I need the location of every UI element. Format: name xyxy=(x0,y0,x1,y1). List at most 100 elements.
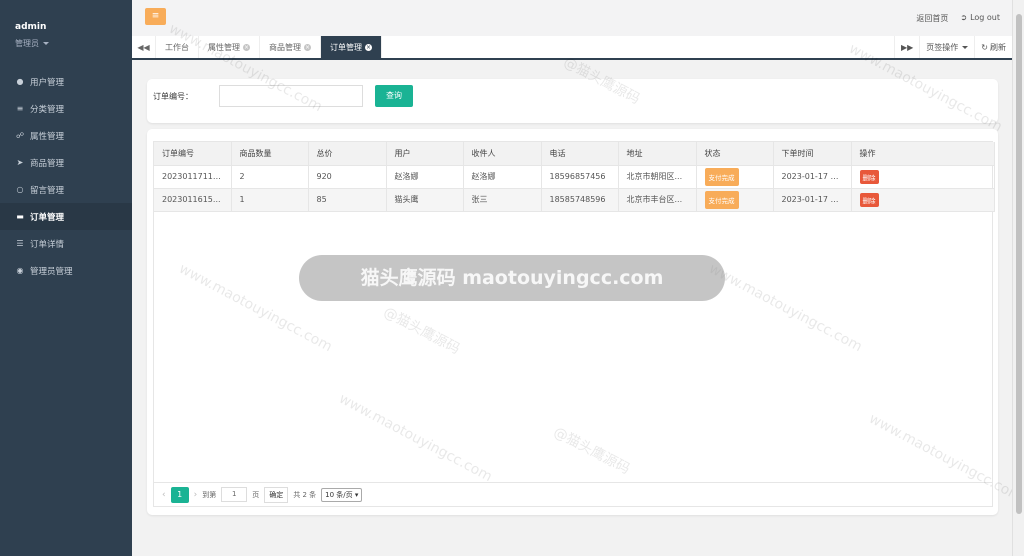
table-row[interactable]: 20230117110... 2 920 赵洛娜 赵洛娜 18596857456… xyxy=(154,165,995,189)
sidebar-item-label: 订单详情 xyxy=(30,239,65,250)
sidebar-item-label: 商品管理 xyxy=(30,158,65,169)
page-size-label: 10 条/页 xyxy=(325,490,353,499)
sidebar-item-users[interactable]: ● 用户管理 xyxy=(0,68,132,95)
sidebar-item-orders[interactable]: ▬ 订单管理 xyxy=(0,203,132,230)
chevron-down-icon xyxy=(962,45,969,49)
tab-products[interactable]: 商品管理 × xyxy=(260,36,321,58)
menu-icon: ≡ xyxy=(151,11,160,21)
user-role-label: 管理员 xyxy=(15,39,39,48)
status-badge: 支付完成 xyxy=(704,167,739,186)
close-icon[interactable]: × xyxy=(365,43,372,51)
status-cell: 支付完成 xyxy=(696,165,774,189)
column-header: 商品数量 xyxy=(231,142,309,166)
orders-table: 订单编号 商品数量 总价 用户 收件人 电话 地址 状态 下单时间 操作 202 xyxy=(153,141,995,507)
page-size-select[interactable]: 10 条/页 ▾ xyxy=(321,487,363,502)
double-right-icon: ▶▶ xyxy=(900,42,914,52)
sidebar-item-messages[interactable]: ○ 留言管理 xyxy=(0,176,132,203)
order-detail-icon: ☰ xyxy=(16,239,24,248)
receiver-cell: 张三 xyxy=(463,188,542,212)
receiver-cell: 赵洛娜 xyxy=(463,165,542,189)
menu-toggle-button[interactable]: ≡ xyxy=(145,8,166,25)
sidebar-item-attributes[interactable]: ☍ 属性管理 xyxy=(0,122,132,149)
sidebar-item-admins[interactable]: ◉ 管理员管理 xyxy=(0,257,132,284)
goto-confirm-button[interactable]: 确定 xyxy=(264,486,289,503)
goto-page-input[interactable]: 1 xyxy=(221,487,248,502)
close-icon[interactable]: × xyxy=(304,43,311,51)
top-right-links: 返回首页 ➲ Log out xyxy=(916,13,1000,24)
time-cell: 2023-01-17 1... xyxy=(773,165,852,189)
category-icon: ≡ xyxy=(16,104,24,113)
delete-button[interactable]: 删除 xyxy=(859,169,879,184)
order-no-label: 订单编号： xyxy=(153,92,193,101)
table-header-row: 订单编号 商品数量 总价 用户 收件人 电话 地址 状态 下单时间 操作 xyxy=(154,142,995,166)
tab-label: 商品管理 xyxy=(269,42,301,52)
double-left-icon: ◀◀ xyxy=(137,42,150,52)
close-icon[interactable]: × xyxy=(243,43,250,51)
chevron-down-icon xyxy=(43,42,49,45)
action-cell: 删除 xyxy=(851,188,995,212)
column-header: 收件人 xyxy=(463,142,542,166)
delete-button[interactable]: 删除 xyxy=(859,192,879,207)
sidebar-item-label: 留言管理 xyxy=(30,185,65,196)
prev-page-icon[interactable]: ‹ xyxy=(162,490,166,500)
sidebar-nav: ● 用户管理 ≡ 分类管理 ☍ 属性管理 ➤ 商品管理 ○ 留言管理 ▬ 订单管理 ☰ 订单详… xyxy=(0,68,132,284)
admin-icon: ◉ xyxy=(16,266,24,275)
order-no-input[interactable] xyxy=(219,85,363,107)
scrollbar-thumb[interactable] xyxy=(1016,14,1022,514)
page-ops-label: 页签操作 xyxy=(926,42,959,52)
order-no-cell: 2023011615... xyxy=(154,188,232,212)
sidebar: admin 管理员 ● 用户管理 ≡ 分类管理 ☍ 属性管理 ➤ 商品管理 ○ 留言管理 … xyxy=(0,0,132,556)
home-link[interactable]: 返回首页 xyxy=(916,13,948,24)
page-ops-dropdown[interactable]: 页签操作 xyxy=(919,36,974,58)
refresh-icon: ↻ xyxy=(981,42,988,52)
top-bar: ≡ 返回首页 ➲ Log out xyxy=(132,0,1012,36)
column-header: 电话 xyxy=(541,142,619,166)
tab-dashboard[interactable]: 工作台 xyxy=(156,36,199,58)
status-badge: 支付完成 xyxy=(704,190,739,209)
action-cell: 删除 xyxy=(851,165,995,189)
total-cell: 920 xyxy=(308,165,387,189)
tab-label: 工作台 xyxy=(165,42,189,52)
page-scrollbar[interactable] xyxy=(1012,0,1024,556)
tab-attributes[interactable]: 属性管理 × xyxy=(199,36,260,58)
qty-cell: 2 xyxy=(231,165,309,189)
current-page-button[interactable]: 1 xyxy=(170,486,189,503)
phone-cell: 18596857456 xyxy=(541,165,619,189)
tab-orders[interactable]: 订单管理 × xyxy=(321,36,382,58)
order-icon: ▬ xyxy=(16,212,24,221)
tabs-bar: ◀◀ 工作台 属性管理 × 商品管理 × 订单管理 × ▶▶ 页签操作 ↻ 刷新 xyxy=(132,36,1012,60)
watermark-banner: 猫头鹰源码 maotouyingcc.com xyxy=(299,255,725,301)
tab-scroll-right-button[interactable]: ▶▶ xyxy=(893,36,919,58)
user-cell: 猫头鹰 xyxy=(386,188,464,212)
attribute-icon: ☍ xyxy=(15,131,25,140)
total-cell: 85 xyxy=(308,188,387,212)
tab-label: 属性管理 xyxy=(208,42,240,52)
user-name: admin xyxy=(15,22,47,32)
page-unit-label: 页 xyxy=(252,490,260,499)
search-button[interactable]: 查询 xyxy=(375,85,413,107)
user-role-dropdown[interactable]: 管理员 xyxy=(15,38,132,49)
goto-label: 到第 xyxy=(202,490,217,499)
tab-scroll-left-button[interactable]: ◀◀ xyxy=(132,36,156,58)
table-row[interactable]: 2023011615... 1 85 猫头鹰 张三 18585748596 北京… xyxy=(154,188,995,212)
logout-link[interactable]: ➲ Log out xyxy=(960,13,1000,24)
message-icon: ○ xyxy=(16,185,24,194)
product-icon: ➤ xyxy=(16,158,24,167)
sidebar-item-label: 属性管理 xyxy=(30,131,65,142)
sidebar-item-products[interactable]: ➤ 商品管理 xyxy=(0,149,132,176)
order-no-cell: 20230117110... xyxy=(154,165,232,189)
sidebar-item-label: 分类管理 xyxy=(30,104,65,115)
pagination: ‹ 1 › 到第 1 页 确定 共 2 条 10 条/页 ▾ xyxy=(154,482,992,506)
column-header: 地址 xyxy=(618,142,697,166)
column-header: 操作 xyxy=(851,142,995,166)
column-header: 下单时间 xyxy=(773,142,852,166)
sidebar-item-categories[interactable]: ≡ 分类管理 xyxy=(0,95,132,122)
column-header: 用户 xyxy=(386,142,464,166)
refresh-button[interactable]: ↻ 刷新 xyxy=(974,36,1012,58)
next-page-icon[interactable]: › xyxy=(194,490,198,500)
sidebar-item-label: 订单管理 xyxy=(30,212,65,223)
tab-spacer xyxy=(382,36,894,58)
sidebar-item-order-details[interactable]: ☰ 订单详情 xyxy=(0,230,132,257)
logout-icon: ➲ xyxy=(960,13,968,22)
qty-cell: 1 xyxy=(231,188,309,212)
